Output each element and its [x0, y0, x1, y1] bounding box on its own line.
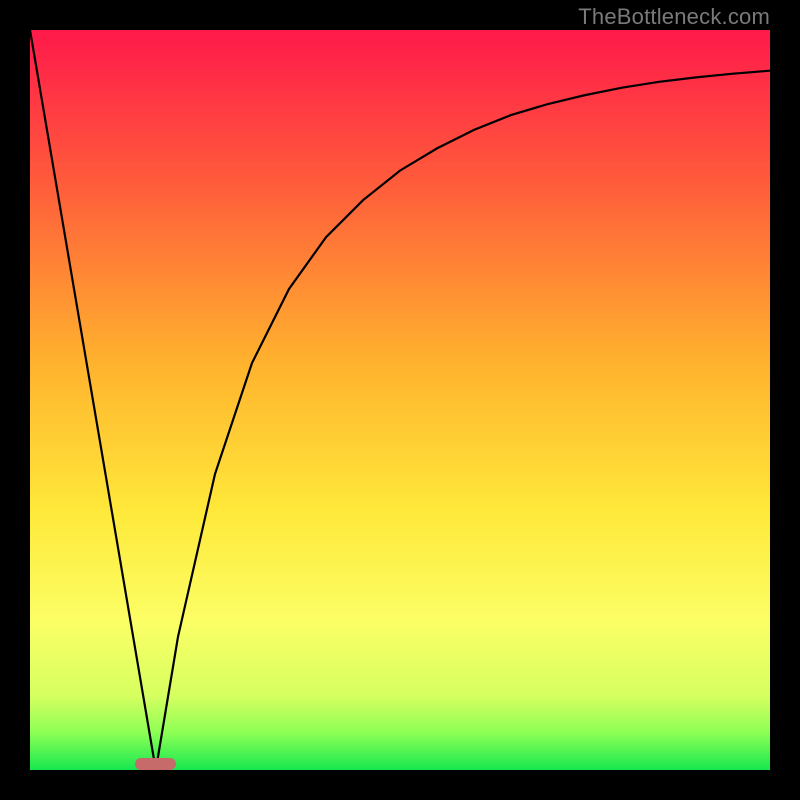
- chart-frame: TheBottleneck.com: [0, 0, 800, 800]
- heatmap-gradient: [30, 30, 770, 770]
- watermark-label: TheBottleneck.com: [578, 4, 770, 30]
- plot-area: [30, 30, 770, 770]
- optimal-range-marker: [135, 758, 176, 770]
